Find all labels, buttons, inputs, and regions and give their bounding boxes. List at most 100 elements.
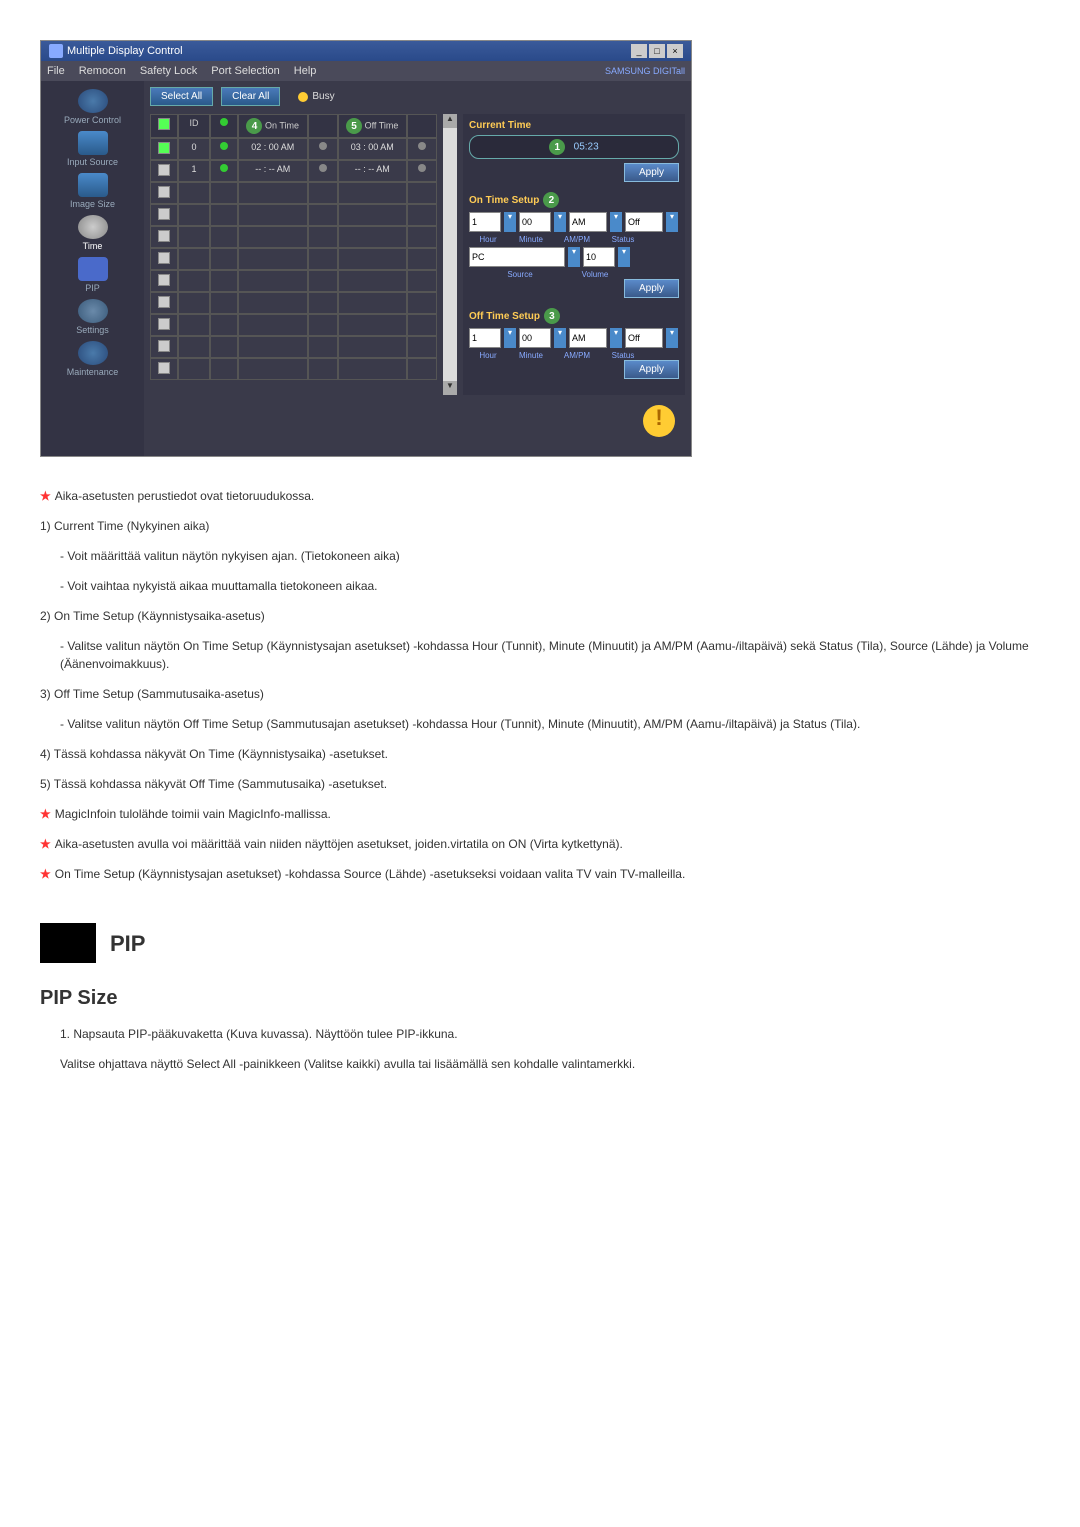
cell-id bbox=[178, 358, 210, 380]
off-ampm-select[interactable] bbox=[569, 328, 607, 348]
table-row[interactable] bbox=[150, 204, 437, 226]
row-checkbox[interactable] bbox=[158, 274, 170, 286]
sidebar-item-maintenance[interactable]: Maintenance bbox=[45, 341, 140, 377]
busy-indicator: Busy bbox=[298, 91, 334, 102]
row-checkbox[interactable] bbox=[158, 164, 170, 176]
off-status-select[interactable] bbox=[625, 328, 663, 348]
dropdown-icon[interactable]: ▾ bbox=[610, 328, 622, 348]
scrollbar[interactable]: ▲ ▼ bbox=[443, 114, 457, 395]
table-row[interactable]: 1 -- : -- AM -- : -- AM bbox=[150, 160, 437, 182]
dropdown-icon[interactable]: ▾ bbox=[666, 212, 678, 232]
image-size-icon bbox=[78, 173, 108, 197]
row-checkbox[interactable] bbox=[158, 208, 170, 220]
on-source-select[interactable] bbox=[469, 247, 565, 267]
star-icon: ★ bbox=[40, 489, 51, 503]
sidebar-item-pip[interactable]: PIP bbox=[45, 257, 140, 293]
dropdown-icon[interactable]: ▾ bbox=[610, 212, 622, 232]
callout-3: 3 bbox=[544, 308, 560, 324]
menu-port-selection[interactable]: Port Selection bbox=[211, 65, 279, 77]
table-row[interactable]: 0 02 : 00 AM 03 : 00 AM bbox=[150, 138, 437, 160]
cell-on-time bbox=[238, 248, 308, 270]
table-row[interactable] bbox=[150, 358, 437, 380]
star-icon: ★ bbox=[40, 807, 51, 821]
minimize-button[interactable]: _ bbox=[631, 44, 647, 58]
doc-text: - Valitse valitun näytön On Time Setup (… bbox=[40, 637, 1040, 673]
cell-off-status bbox=[407, 204, 437, 226]
row-checkbox[interactable] bbox=[158, 362, 170, 374]
row-checkbox[interactable] bbox=[158, 296, 170, 308]
on-ampm-select[interactable] bbox=[569, 212, 607, 232]
menu-safety-lock[interactable]: Safety Lock bbox=[140, 65, 197, 77]
close-button[interactable]: × bbox=[667, 44, 683, 58]
row-checkbox[interactable] bbox=[158, 340, 170, 352]
col-check[interactable] bbox=[150, 114, 178, 138]
on-status-select[interactable] bbox=[625, 212, 663, 232]
cell-on-status bbox=[308, 204, 338, 226]
doc-text: 1) Current Time (Nykyinen aika) bbox=[40, 517, 1040, 535]
table-row[interactable] bbox=[150, 292, 437, 314]
dropdown-icon[interactable]: ▾ bbox=[618, 247, 630, 267]
dropdown-icon[interactable]: ▾ bbox=[666, 328, 678, 348]
cell-on-time bbox=[238, 336, 308, 358]
section-marker bbox=[40, 923, 96, 963]
col-off-time: 5 Off Time bbox=[338, 114, 408, 138]
row-checkbox[interactable] bbox=[158, 186, 170, 198]
star-icon: ★ bbox=[40, 867, 51, 881]
sidebar-item-power-control[interactable]: Power Control bbox=[45, 89, 140, 125]
cell-off-time bbox=[338, 314, 408, 336]
cell-id bbox=[178, 182, 210, 204]
callout-4: 4 bbox=[246, 118, 262, 134]
cell-off-time: 03 : 00 AM bbox=[338, 138, 408, 160]
select-all-button[interactable]: Select All bbox=[150, 87, 213, 106]
dropdown-icon[interactable]: ▾ bbox=[554, 328, 566, 348]
dropdown-icon[interactable]: ▾ bbox=[554, 212, 566, 232]
table-row[interactable] bbox=[150, 248, 437, 270]
on-volume-select[interactable] bbox=[583, 247, 615, 267]
menu-remocon[interactable]: Remocon bbox=[79, 65, 126, 77]
col-on-time: 4 On Time bbox=[238, 114, 308, 138]
sidebar-item-time[interactable]: Time bbox=[45, 215, 140, 251]
cell-id bbox=[178, 248, 210, 270]
apply-on-time-button[interactable]: Apply bbox=[624, 279, 679, 298]
scroll-down-button[interactable]: ▼ bbox=[443, 381, 457, 395]
row-checkbox[interactable] bbox=[158, 318, 170, 330]
cell-off-status bbox=[407, 226, 437, 248]
table-row[interactable] bbox=[150, 314, 437, 336]
dropdown-icon[interactable]: ▾ bbox=[504, 212, 516, 232]
cell-off-status bbox=[407, 314, 437, 336]
menu-file[interactable]: File bbox=[47, 65, 65, 77]
on-time-title: On Time Setup bbox=[469, 195, 539, 206]
table-row[interactable] bbox=[150, 226, 437, 248]
apply-off-time-button[interactable]: Apply bbox=[624, 360, 679, 379]
sidebar-item-image-size[interactable]: Image Size bbox=[45, 173, 140, 209]
pip-icon bbox=[78, 257, 108, 281]
clear-all-button[interactable]: Clear All bbox=[221, 87, 280, 106]
app-window: Multiple Display Control _ □ × File Remo… bbox=[40, 40, 692, 457]
table-row[interactable] bbox=[150, 182, 437, 204]
apply-current-time-button[interactable]: Apply bbox=[624, 163, 679, 182]
cell-on-status bbox=[308, 314, 338, 336]
row-checkbox[interactable] bbox=[158, 252, 170, 264]
doc-text: - Voit vaihtaa nykyistä aikaa muuttamall… bbox=[40, 577, 1040, 595]
off-minute-select[interactable] bbox=[519, 328, 551, 348]
row-checkbox[interactable] bbox=[158, 230, 170, 242]
scroll-track[interactable] bbox=[443, 128, 457, 381]
menu-help[interactable]: Help bbox=[294, 65, 317, 77]
maximize-button[interactable]: □ bbox=[649, 44, 665, 58]
col-power bbox=[210, 114, 238, 138]
sidebar-item-settings[interactable]: Settings bbox=[45, 299, 140, 335]
dropdown-icon[interactable]: ▾ bbox=[568, 247, 580, 267]
cell-on-time: -- : -- AM bbox=[238, 160, 308, 182]
row-checkbox[interactable] bbox=[158, 142, 170, 154]
on-hour-select[interactable] bbox=[469, 212, 501, 232]
cell-id bbox=[178, 226, 210, 248]
scroll-up-button[interactable]: ▲ bbox=[443, 114, 457, 128]
on-minute-select[interactable] bbox=[519, 212, 551, 232]
cell-power bbox=[210, 248, 238, 270]
off-hour-select[interactable] bbox=[469, 328, 501, 348]
dropdown-icon[interactable]: ▾ bbox=[504, 328, 516, 348]
table-row[interactable] bbox=[150, 336, 437, 358]
table-row[interactable] bbox=[150, 270, 437, 292]
sidebar-item-input-source[interactable]: Input Source bbox=[45, 131, 140, 167]
cell-on-status bbox=[308, 160, 338, 182]
